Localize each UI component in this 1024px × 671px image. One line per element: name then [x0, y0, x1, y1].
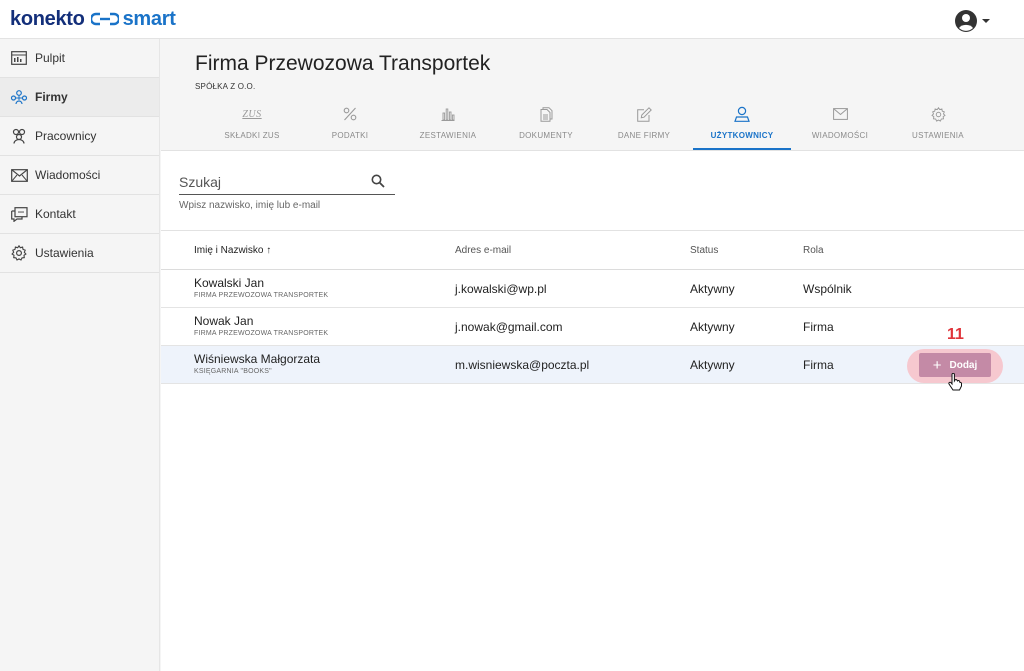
sidebar-item-label: Pracownicy: [35, 129, 97, 143]
tab-label: ZESTAWIENIA: [419, 131, 477, 140]
tab-label: UŻYTKOWNICY: [710, 131, 774, 140]
sidebar-item-label: Pulpit: [35, 51, 66, 65]
mail-icon: [10, 166, 28, 184]
tab-ustawienia[interactable]: USTAWIENIA: [889, 102, 987, 150]
table-row[interactable]: Wiśniewska Małgorzata KSIĘGARNIA "BOOKS"…: [161, 346, 1024, 384]
tab-skladki-zus[interactable]: ZUS SKŁADKI ZUS: [203, 102, 301, 150]
user-email: m.wisniewska@poczta.pl: [455, 358, 590, 372]
sidebar-item-label: Kontakt: [35, 207, 76, 221]
brand-name-part2: smart: [122, 7, 176, 30]
sidebar-item-pulpit[interactable]: Pulpit: [0, 39, 159, 78]
company-tabs: ZUS SKŁADKI ZUS PODATKI ZESTAWIENIA DOKU…: [203, 102, 987, 150]
contact-icon: [10, 205, 28, 223]
sidebar-item-pracownicy[interactable]: Pracownicy: [0, 117, 159, 156]
sidebar-item-label: Wiadomości: [35, 168, 101, 182]
user-email: j.kowalski@wp.pl: [455, 282, 547, 296]
companies-icon: [10, 88, 28, 106]
search-box: [179, 171, 395, 195]
sidebar-item-wiadomosci[interactable]: Wiadomości: [0, 156, 159, 195]
tab-wiadomosci[interactable]: WIADOMOŚCI: [791, 102, 889, 150]
tab-label: USTAWIENIA: [912, 131, 964, 140]
bar-chart-icon: [441, 108, 455, 121]
plus-icon: +: [932, 356, 942, 374]
sidebar-item-label: Firmy: [35, 90, 68, 104]
user-name: Nowak Jan: [194, 314, 254, 328]
user-role: Firma: [803, 358, 834, 372]
user-company: FIRMA PRZEWOZOWA TRANSPORTEK: [194, 292, 329, 299]
company-header: Firma Przewozowa Transportek SPÓŁKA Z O.…: [161, 39, 1024, 151]
sort-ascending-icon: ↑: [266, 245, 272, 256]
tab-dane-firmy[interactable]: DANE FIRMY: [595, 102, 693, 150]
user-status: Aktywny: [690, 358, 735, 372]
tab-label: WIADOMOŚCI: [811, 131, 869, 140]
search-icon[interactable]: [371, 174, 385, 188]
user-email: j.nowak@gmail.com: [455, 320, 563, 334]
user-name: Kowalski Jan: [194, 276, 265, 290]
edit-icon: [636, 106, 652, 122]
page-title: Firma Przewozowa Transportek: [195, 52, 491, 75]
zus-icon: ZUS: [242, 108, 262, 120]
tab-label: DOKUMENTY: [519, 131, 573, 140]
user-icon: [734, 106, 750, 122]
user-company: KSIĘGARNIA "BOOKS": [194, 368, 272, 375]
tab-uzytkownicy[interactable]: UŻYTKOWNICY: [693, 102, 791, 150]
gear-icon: [10, 244, 28, 262]
user-company: FIRMA PRZEWOZOWA TRANSPORTEK: [194, 330, 329, 337]
table-row[interactable]: Kowalski Jan FIRMA PRZEWOZOWA TRANSPORTE…: [161, 270, 1024, 308]
sidebar-item-kontakt[interactable]: Kontakt: [0, 195, 159, 234]
table-header: Imię i Nazwisko ↑ Adres e-mail Status Ro…: [161, 231, 1024, 270]
add-button-label: Dodaj: [949, 359, 978, 371]
account-circle-icon: [955, 10, 977, 32]
search-hint: Wpisz nazwisko, imię lub e-mail: [179, 200, 321, 211]
user-name: Wiśniewska Małgorzata: [194, 352, 321, 366]
user-status: Aktywny: [690, 320, 735, 334]
user-role: Firma: [803, 320, 834, 334]
logo-link-icon: [90, 12, 119, 26]
sidebar-item-ustawienia[interactable]: Ustawienia: [0, 234, 159, 273]
column-header-name[interactable]: Imię i Nazwisko ↑: [194, 245, 271, 256]
users-table: Imię i Nazwisko ↑ Adres e-mail Status Ro…: [161, 230, 1024, 384]
dashboard-icon: [10, 49, 28, 67]
user-role: Wspólnik: [803, 282, 852, 296]
company-legal-form: SPÓŁKA Z O.O.: [195, 82, 256, 91]
employees-icon: [10, 127, 28, 145]
main-content: Firma Przewozowa Transportek SPÓŁKA Z O.…: [161, 39, 1024, 671]
brand-name-part1: konekto: [10, 7, 85, 30]
sidebar-item-label: Ustawienia: [35, 246, 94, 260]
tab-label: SKŁADKI ZUS: [224, 131, 280, 140]
brand-logo[interactable]: konekto smart: [10, 7, 176, 31]
column-header-label: Imię i Nazwisko: [194, 245, 264, 256]
step-number-annotation: 11: [947, 326, 964, 343]
mail-icon: [832, 108, 848, 120]
tab-label: DANE FIRMY: [617, 131, 671, 140]
caret-down-icon: [982, 19, 990, 23]
tab-label: PODATKI: [331, 131, 369, 140]
column-header-email: Adres e-mail: [455, 245, 512, 256]
tab-zestawienia[interactable]: ZESTAWIENIA: [399, 102, 497, 150]
user-status: Aktywny: [690, 282, 735, 296]
tab-podatki[interactable]: PODATKI: [301, 102, 399, 150]
tab-dokumenty[interactable]: DOKUMENTY: [497, 102, 595, 150]
column-header-status: Status: [690, 245, 719, 256]
sidebar-item-firmy[interactable]: Firmy: [0, 78, 159, 117]
top-bar: konekto smart: [0, 0, 1024, 39]
table-row[interactable]: Nowak Jan FIRMA PRZEWOZOWA TRANSPORTEK j…: [161, 308, 1024, 346]
hand-pointer-icon: [948, 373, 962, 391]
documents-icon: [540, 106, 552, 122]
search-input[interactable]: [179, 171, 364, 193]
percent-icon: [343, 107, 357, 121]
user-menu[interactable]: [954, 9, 991, 33]
column-header-role: Rola: [803, 245, 824, 256]
gear-icon: [930, 106, 946, 122]
sidebar: Pulpit Firmy Pracownicy Wiadomości Konta…: [0, 39, 160, 671]
